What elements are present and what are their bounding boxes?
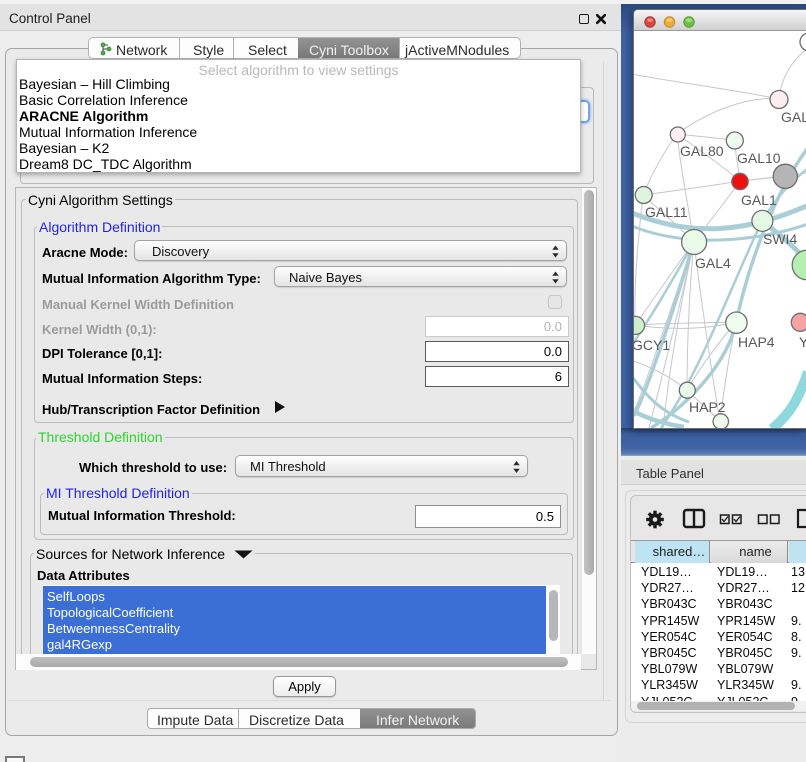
svg-text:HAP2: HAP2 — [689, 399, 726, 415]
svg-text:GAL10: GAL10 — [737, 150, 781, 166]
svg-text:GAL11: GAL11 — [645, 204, 688, 220]
svg-text:GAL80: GAL80 — [680, 143, 724, 159]
svg-text:SWI4: SWI4 — [763, 231, 797, 247]
svg-text:Y: Y — [799, 334, 806, 350]
svg-text:GAL4: GAL4 — [695, 255, 731, 271]
svg-text:GAL: GAL — [781, 109, 806, 125]
svg-text:HAP4: HAP4 — [738, 334, 775, 350]
svg-text:GCY1: GCY1 — [634, 337, 670, 353]
svg-text:GAL1: GAL1 — [741, 192, 777, 208]
